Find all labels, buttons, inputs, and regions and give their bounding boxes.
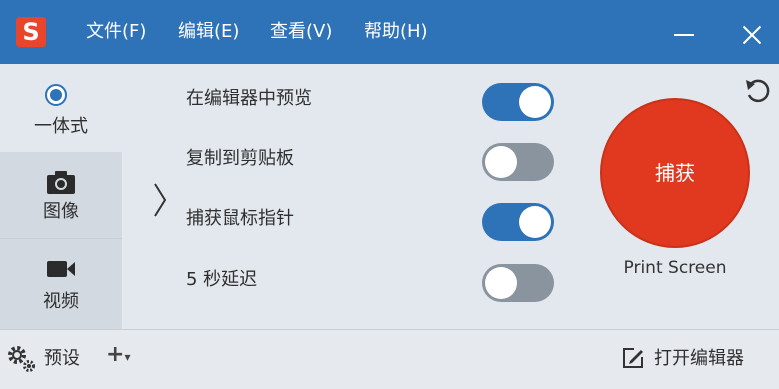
sidebar-item-image[interactable]: 图像 [0, 152, 122, 238]
preset-label[interactable]: 预设 [44, 344, 80, 370]
close-button[interactable] [723, 0, 779, 64]
option-capture-cursor-label: 捕获鼠标指针 [186, 208, 294, 229]
sidebar-item-label: 一体式 [34, 116, 88, 137]
copy-to-clipboard-toggle[interactable] [482, 143, 554, 181]
minimize-button[interactable] [656, 0, 712, 64]
add-preset-button[interactable]: +▾ [106, 342, 130, 367]
toggle-knob [485, 267, 517, 299]
sidebar-item-all-in-one[interactable]: 一体式 [0, 64, 122, 152]
toggle-knob [485, 146, 517, 178]
gear-icon[interactable] [6, 344, 36, 378]
video-camera-icon [45, 258, 77, 285]
chevron-down-icon: ▾ [124, 350, 131, 364]
footer-bar: 预设 +▾ 打开编辑器 [0, 329, 779, 389]
toggle-knob [519, 206, 551, 238]
capture-shortcut-label: Print Screen [623, 258, 727, 278]
radio-selected-icon[interactable] [45, 84, 67, 106]
delay-toggle[interactable] [482, 264, 554, 302]
reset-icon[interactable] [743, 76, 773, 110]
capture-cursor-toggle[interactable] [482, 203, 554, 241]
menu-view[interactable]: 查看(V) [270, 0, 332, 64]
option-preview-in-editor-label: 在编辑器中预览 [186, 88, 312, 109]
add-preset-label: + [106, 342, 125, 367]
title-bar: S 文件(F) 编辑(E) 查看(V) 帮助(H) [0, 0, 779, 64]
sidebar-item-video[interactable]: 视频 [0, 238, 122, 329]
toggle-knob [519, 86, 551, 118]
menu-file[interactable]: 文件(F) [86, 0, 146, 64]
chevron-right-icon[interactable] [152, 180, 168, 224]
sidebar-item-label: 视频 [43, 291, 79, 312]
capture-mode-sidebar: 一体式 图像 视频 [0, 64, 122, 329]
option-delay-label: 5 秒延迟 [186, 269, 258, 290]
snagit-logo-icon: S [16, 17, 46, 47]
menu-edit[interactable]: 编辑(E) [178, 0, 239, 64]
menu-help[interactable]: 帮助(H) [364, 0, 428, 64]
capture-button[interactable]: 捕获 [600, 98, 750, 248]
option-copy-to-clipboard-label: 复制到剪贴板 [186, 148, 294, 169]
sidebar-item-label: 图像 [43, 201, 79, 222]
camera-icon [45, 169, 77, 200]
preview-in-editor-toggle[interactable] [482, 83, 554, 121]
edit-icon [620, 345, 646, 375]
open-editor-button[interactable]: 打开编辑器 [654, 344, 744, 370]
